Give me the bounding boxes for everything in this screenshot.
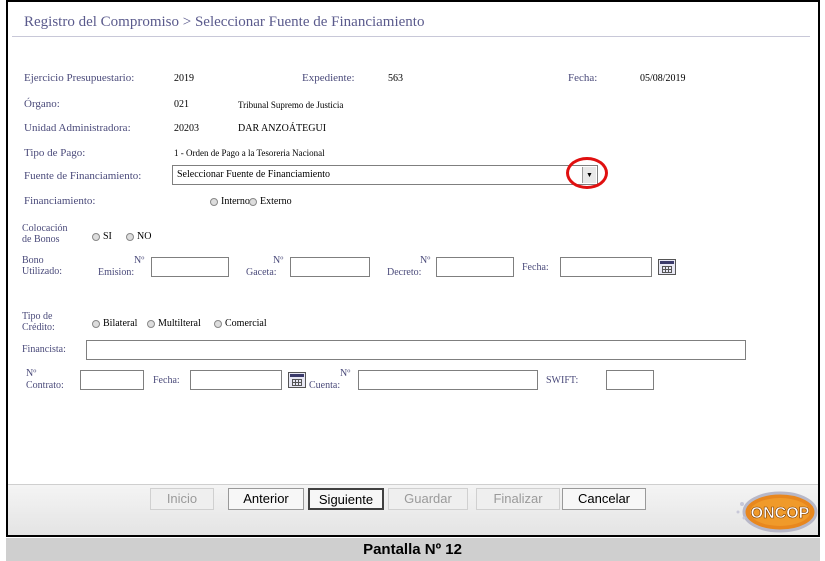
bono-label-line2: Utilizado: — [22, 266, 62, 277]
swift-label: SWIFT: — [546, 375, 579, 386]
bonos-si-option[interactable]: SI — [92, 231, 112, 242]
fuente-selected-value: Seleccionar Fuente de Financiamiento — [177, 169, 331, 180]
title-divider — [12, 36, 810, 37]
swift-input[interactable] — [606, 370, 654, 390]
finalizar-button[interactable]: Finalizar — [476, 488, 560, 510]
bono-utilizado-label: Bono Utilizado: — [22, 255, 62, 277]
credito-multilteral-option[interactable]: Multilteral — [147, 318, 201, 329]
emision-input[interactable] — [151, 257, 229, 277]
radio-icon[interactable] — [214, 319, 222, 328]
credito-fecha-label: Fecha: — [153, 375, 180, 386]
decreto-input[interactable] — [436, 257, 514, 277]
credito-comercial-option[interactable]: Comercial — [214, 318, 267, 329]
colocacion-label: Colocación de Bonos — [22, 223, 68, 245]
financiamiento-label: Financiamiento: — [24, 195, 96, 207]
calendar-icon[interactable] — [288, 372, 306, 388]
fuente-select[interactable]: Seleccionar Fuente de Financiamiento ▼ — [172, 165, 598, 185]
decreto-label: Decreto: — [387, 267, 422, 278]
tipo-credito-line1: Tipo de — [22, 311, 53, 322]
gaceta-input[interactable] — [290, 257, 370, 277]
unidad-code: 20203 — [174, 123, 199, 134]
radio-icon[interactable] — [249, 197, 257, 206]
contrato-input[interactable] — [80, 370, 144, 390]
n-gaceta-label: Nº — [273, 255, 284, 266]
siguiente-button[interactable]: Siguiente — [308, 488, 384, 510]
page-title: Registro del Compromiso > Seleccionar Fu… — [24, 14, 425, 30]
gaceta-label: Gaceta: — [246, 267, 277, 278]
comercial-label: Comercial — [225, 318, 267, 329]
interno-label: Interno — [221, 196, 250, 207]
tipo-credito-line2: Crédito: — [22, 322, 55, 333]
radio-icon[interactable] — [126, 232, 134, 241]
expediente-label: Expediente: — [302, 72, 355, 84]
bilateral-label: Bilateral — [103, 318, 138, 329]
anterior-button[interactable]: Anterior — [228, 488, 304, 510]
radio-icon[interactable] — [92, 232, 100, 241]
radio-icon[interactable] — [92, 319, 100, 328]
n-emision-label: Nº — [134, 255, 145, 266]
tipo-credito-label: Tipo de Crédito: — [22, 311, 55, 333]
cuenta-label: Cuenta: — [309, 380, 341, 391]
financista-input[interactable] — [86, 340, 746, 360]
tipo-pago-value: 1 - Orden de Pago a la Tesoreria Naciona… — [174, 148, 325, 158]
oncop-logo: ONCOP — [732, 486, 818, 534]
bono-fecha-input[interactable] — [560, 257, 652, 277]
cancelar-button[interactable]: Cancelar — [562, 488, 646, 510]
expediente-value: 563 — [388, 73, 403, 84]
screen-caption: Pantalla Nº 12 — [363, 541, 462, 558]
bonos-no-option[interactable]: NO — [126, 231, 151, 242]
financista-label: Financista: — [22, 344, 66, 355]
unidad-name: DAR ANZOÁTEGUI — [238, 123, 327, 134]
calendar-icon[interactable] — [658, 259, 676, 275]
financiamiento-externo-option[interactable]: Externo — [249, 196, 292, 207]
credito-fecha-input[interactable] — [190, 370, 282, 390]
guardar-button[interactable]: Guardar — [388, 488, 468, 510]
colocacion-label-line2: de Bonos — [22, 234, 60, 245]
contrato-label: Contrato: — [26, 380, 64, 391]
tipo-pago-label: Tipo de Pago: — [24, 147, 86, 159]
fecha-value: 05/08/2019 — [640, 73, 686, 84]
radio-icon[interactable] — [147, 319, 155, 328]
externo-label: Externo — [260, 196, 292, 207]
organo-code: 021 — [174, 99, 189, 110]
credito-bilateral-option[interactable]: Bilateral — [92, 318, 137, 329]
colocacion-label-line1: Colocación — [22, 223, 68, 234]
fecha-label: Fecha: — [568, 72, 598, 84]
emision-label: Emision: — [98, 267, 135, 278]
ejercicio-label: Ejercicio Presupuestario: — [24, 72, 135, 84]
bono-label-line1: Bono — [22, 255, 44, 266]
n-cuenta-label: Nº — [340, 368, 351, 379]
cuenta-input[interactable] — [358, 370, 538, 390]
bono-fecha-label: Fecha: — [522, 262, 549, 273]
oncop-logo-text: ONCOP — [751, 505, 810, 522]
fuente-label: Fuente de Financiamiento: — [24, 170, 142, 182]
ejercicio-value: 2019 — [174, 73, 194, 84]
multilteral-label: Multilteral — [158, 318, 201, 329]
organo-label: Órgano: — [24, 98, 60, 110]
highlight-circle — [566, 157, 608, 189]
organo-name: Tribunal Supremo de Justicia — [238, 100, 344, 110]
inicio-button[interactable]: Inicio — [150, 488, 214, 510]
unidad-label: Unidad Administradora: — [24, 122, 131, 134]
financiamiento-interno-option[interactable]: Interno — [210, 196, 250, 207]
n-decreto-label: Nº — [420, 255, 431, 266]
si-label: SI — [103, 231, 112, 242]
no-label: NO — [137, 231, 152, 242]
radio-icon[interactable] — [210, 197, 218, 206]
n-contrato-label: Nº — [26, 368, 37, 379]
